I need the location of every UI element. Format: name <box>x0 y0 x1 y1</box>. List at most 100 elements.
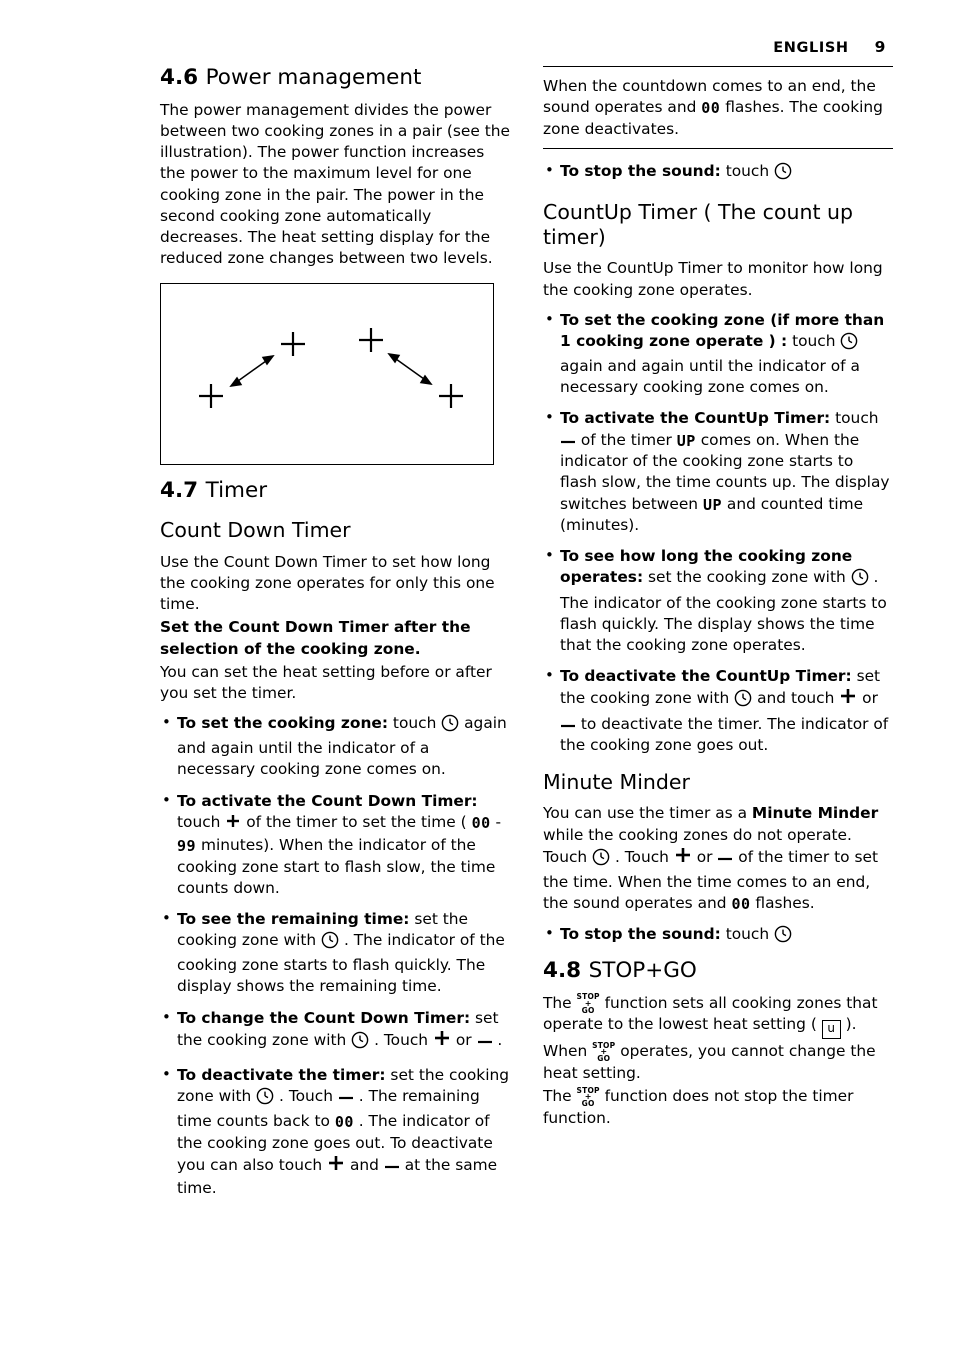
list-item: To deactivate the CountUp Timer: set the… <box>543 665 893 756</box>
clock-icon <box>851 568 869 592</box>
mm-text: or <box>691 847 718 866</box>
minus-icon <box>338 1086 354 1107</box>
minus-icon <box>560 430 576 451</box>
list-item: To set the cooking zone: touch again and… <box>160 712 510 781</box>
bullet-text: again and again until the indicator of a… <box>560 357 860 397</box>
bullet-text: minutes). When the indicator of the cook… <box>177 835 496 897</box>
p-text: The <box>543 993 577 1012</box>
list-item: To activate the CountUp Timer: touch of … <box>543 407 893 536</box>
stop-go-line-3: GO <box>581 1099 595 1109</box>
p-text: The <box>543 1087 577 1106</box>
list-item: To stop the sound: touch <box>543 923 893 949</box>
right-column: When the countdown comes to an end, the … <box>543 66 893 1138</box>
bullet-text: of the timer <box>576 430 677 449</box>
stop-go-line-3: GO <box>597 1054 611 1064</box>
section-4-8-number: 4.8 <box>543 957 582 983</box>
list-item: To deactivate the timer: set the cooking… <box>160 1064 510 1199</box>
list-item: To change the Count Down Timer: set the … <box>160 1007 510 1055</box>
bullet-text: touch <box>177 812 226 831</box>
bullet-lead: To stop the sound: <box>560 161 721 180</box>
seven-segment-display: 00 <box>334 1113 354 1132</box>
plus-icon <box>327 1154 345 1178</box>
bullet-text: of the timer to set the time ( <box>241 812 472 831</box>
bullet-text: touch <box>720 161 775 180</box>
clock-icon <box>256 1087 274 1111</box>
minus-icon <box>560 714 576 735</box>
bullet-lead: To stop the sound: <box>560 924 721 943</box>
left-column: 4.6 Power management The power managemen… <box>160 65 510 1209</box>
bullet-text: touch <box>388 714 442 733</box>
minute-minder-body: You can use the timer as a Minute Minder… <box>543 803 893 914</box>
count-down-timer-intro: Use the Count Down Timer to set how long… <box>160 552 495 614</box>
bullet-text: touch <box>720 924 775 943</box>
stop-go-icon: STOP + GO <box>592 1042 615 1063</box>
section-4-8-paragraph-2: When STOP + GO operates, you cannot change… <box>543 1041 893 1084</box>
mm-text: flashes. <box>750 894 815 913</box>
bullet-text: touch <box>787 331 841 350</box>
bullet-text: or <box>450 1030 477 1049</box>
list-item: To see how long the cooking zone operate… <box>543 545 893 656</box>
lowest-heat-setting-icon: u <box>821 1020 841 1040</box>
section-4-7-heading: 4.7 Timer <box>160 478 510 504</box>
countup-timer-bullets: To set the cooking zone (if more than 1 … <box>543 309 893 756</box>
clock-icon <box>840 332 858 356</box>
stop-go-line-3: GO <box>581 1005 595 1015</box>
page-header: ENGLISH 9 <box>773 38 886 56</box>
bullet-text: touch <box>830 409 879 428</box>
bullet-lead: To activate the Count Down Timer: <box>177 791 478 810</box>
count-down-timer-bullets: To set the cooking zone: touch again and… <box>160 712 510 1199</box>
bullet-text: - <box>490 812 502 831</box>
list-item: To activate the Count Down Timer: touch … <box>160 790 510 899</box>
clock-icon <box>441 714 459 738</box>
count-down-timer-heading: Count Down Timer <box>160 518 351 543</box>
minute-minder-bullets: To stop the sound: touch <box>543 923 893 949</box>
clock-icon <box>592 848 610 872</box>
bullet-lead: To deactivate the CountUp Timer: <box>560 667 852 686</box>
note-bullets: To stop the sound: touch <box>543 160 893 186</box>
clock-icon <box>774 925 792 949</box>
stop-go-icon: STOP + GO <box>577 1087 600 1108</box>
section-4-8-title: STOP+GO <box>588 957 697 983</box>
mm-text: . Touch <box>610 847 674 866</box>
bullet-lead: To deactivate the timer: <box>177 1065 386 1084</box>
minute-minder-heading: Minute Minder <box>543 769 690 794</box>
bullet-text: . <box>492 1030 503 1049</box>
seven-segment-display: 99 <box>177 836 197 855</box>
section-4-8-heading: 4.8 STOP+GO <box>543 957 893 984</box>
countup-timer-intro: Use the CountUp Timer to monitor how lon… <box>543 259 883 299</box>
power-management-diagram-svg <box>199 328 463 409</box>
p-text: When <box>543 1042 593 1061</box>
bullet-lead: To activate the CountUp Timer: <box>560 409 831 428</box>
clock-icon <box>351 1031 369 1055</box>
bullet-text: set the cooking zone with <box>643 568 851 587</box>
list-item: To stop the sound: touch <box>543 160 893 186</box>
plus-icon <box>674 846 692 870</box>
bullet-text: or <box>857 689 878 708</box>
plus-icon <box>225 813 241 835</box>
minus-icon <box>717 847 733 868</box>
section-4-6-heading: 4.6 Power management <box>160 65 510 91</box>
header-language: ENGLISH <box>773 40 849 56</box>
list-item: To set the cooking zone (if more than 1 … <box>543 309 893 399</box>
seven-segment-display: UP <box>676 431 696 450</box>
countup-timer-heading: CountUp Timer ( The count up timer) <box>543 200 854 249</box>
page-columns: 4.6 Power management The power managemen… <box>0 65 954 1336</box>
bullet-text: and <box>345 1156 384 1175</box>
note-paragraph: When the countdown comes to an end, the … <box>543 76 893 140</box>
stop-go-icon: STOP + GO <box>577 993 600 1014</box>
list-item: To see the remaining time: set the cooki… <box>160 908 510 998</box>
plus-icon <box>433 1029 451 1053</box>
minus-icon <box>384 1155 400 1176</box>
seven-segment-display: 00 <box>701 99 721 118</box>
seven-segment-display: 00 <box>471 813 491 832</box>
clock-icon <box>734 689 752 713</box>
bullet-text: and touch <box>752 689 840 708</box>
plus-icon <box>839 687 857 711</box>
seven-segment-display: 00 <box>731 895 751 914</box>
section-4-8-paragraph-3: The STOP + GO function does not stop the t… <box>543 1086 893 1129</box>
countdown-note-box: When the countdown comes to an end, the … <box>543 66 893 149</box>
section-4-7-title: Timer <box>205 478 268 504</box>
manual-page: ENGLISH 9 4.6 Power management The power… <box>0 0 954 1352</box>
power-management-diagram <box>160 283 494 466</box>
clock-icon <box>774 162 792 186</box>
